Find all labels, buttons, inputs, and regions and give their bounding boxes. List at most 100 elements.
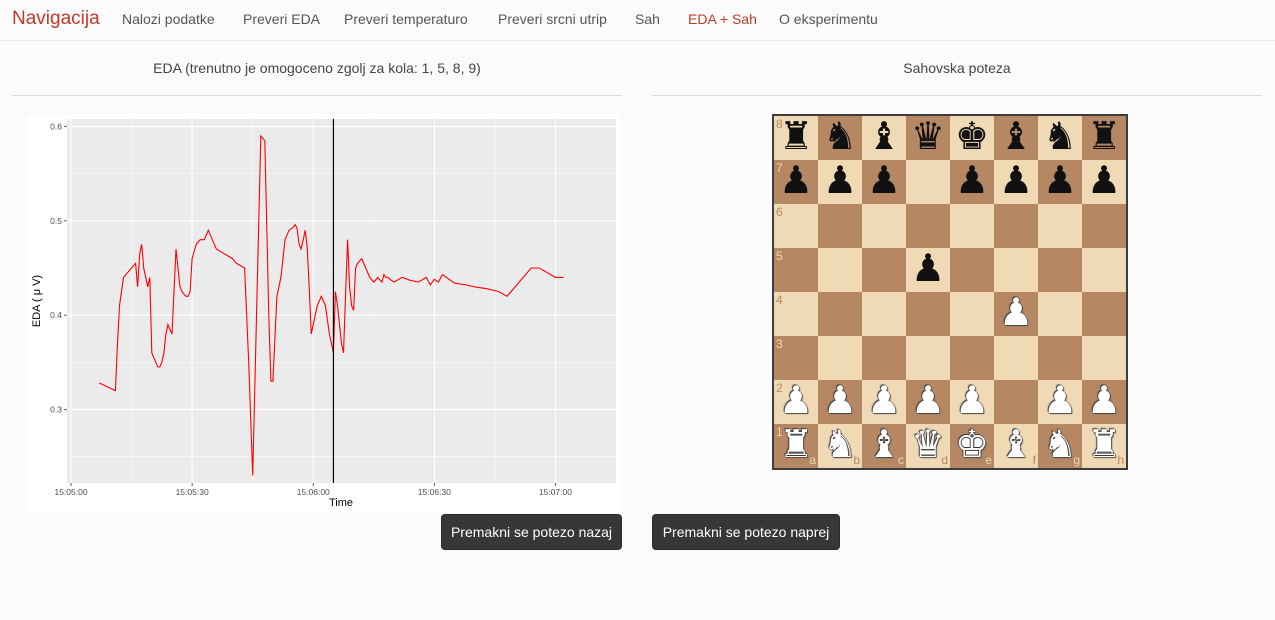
square-d4[interactable] [906,292,950,336]
black-rook-icon[interactable]: ♜ [1082,114,1126,158]
square-h5[interactable] [1082,248,1126,292]
black-pawn-icon[interactable]: ♟ [862,158,906,202]
square-d6[interactable] [906,204,950,248]
nav-item-o-eksperimentu[interactable]: O eksperimentu [779,11,878,27]
square-e7[interactable]: ♟ [950,158,994,204]
white-knight-icon[interactable]: ♞ [818,422,862,466]
black-rook-icon[interactable]: ♜ [774,114,818,158]
square-e6[interactable] [950,204,994,248]
square-b3[interactable] [818,336,862,380]
black-pawn-icon[interactable]: ♟ [950,158,994,202]
square-h1[interactable]: h ♜ [1082,422,1126,468]
white-pawn-icon[interactable]: ♟ [994,290,1038,334]
square-d7[interactable] [906,160,950,204]
square-b1[interactable]: b ♞ [818,422,862,468]
black-king-icon[interactable]: ♚ [950,114,994,158]
nav-item-preveri-srcni-utrip[interactable]: Preveri srcni utrip [498,11,607,27]
square-b7[interactable]: ♟ [818,158,862,204]
black-pawn-icon[interactable]: ♟ [906,246,950,290]
nav-item-preveri-eda[interactable]: Preveri EDA [243,11,320,27]
square-b2[interactable]: ♟ [818,378,862,424]
square-f1[interactable]: f ♝ [994,422,1038,468]
square-f2[interactable] [994,380,1038,424]
square-c3[interactable] [862,336,906,380]
square-b6[interactable] [818,204,862,248]
square-f8[interactable]: ♝ [994,114,1038,160]
black-queen-icon[interactable]: ♛ [906,114,950,158]
square-h2[interactable]: ♟ [1082,378,1126,424]
white-rook-icon[interactable]: ♜ [1082,422,1126,466]
square-c2[interactable]: ♟ [862,378,906,424]
square-a2[interactable]: 2 ♟ [774,378,818,424]
square-e4[interactable] [950,292,994,336]
square-g6[interactable] [1038,204,1082,248]
white-rook-icon[interactable]: ♜ [774,422,818,466]
move-back-button[interactable]: Premakni se potezo nazaj [441,514,622,550]
square-a7[interactable]: 7 ♟ [774,158,818,204]
square-a8[interactable]: 8 ♜ [774,114,818,160]
square-c4[interactable] [862,292,906,336]
white-pawn-icon[interactable]: ♟ [1082,378,1126,422]
square-b4[interactable] [818,292,862,336]
square-b5[interactable] [818,248,862,292]
white-pawn-icon[interactable]: ♟ [774,378,818,422]
square-c6[interactable] [862,204,906,248]
square-f4[interactable]: ♟ [994,290,1038,336]
square-h6[interactable] [1082,204,1126,248]
white-pawn-icon[interactable]: ♟ [950,378,994,422]
square-f3[interactable] [994,336,1038,380]
square-g5[interactable] [1038,248,1082,292]
square-a3[interactable]: 3 [774,336,818,380]
nav-item-preveri-temperaturo[interactable]: Preveri temperaturo [344,11,468,27]
square-g2[interactable]: ♟ [1038,378,1082,424]
white-pawn-icon[interactable]: ♟ [862,378,906,422]
square-d1[interactable]: d ♛ [906,422,950,468]
square-g3[interactable] [1038,336,1082,380]
black-knight-icon[interactable]: ♞ [818,114,862,158]
square-d8[interactable]: ♛ [906,114,950,160]
square-f6[interactable] [994,204,1038,248]
black-knight-icon[interactable]: ♞ [1038,114,1082,158]
square-e5[interactable] [950,248,994,292]
white-pawn-icon[interactable]: ♟ [906,378,950,422]
square-f5[interactable] [994,248,1038,292]
white-knight-icon[interactable]: ♞ [1038,422,1082,466]
black-pawn-icon[interactable]: ♟ [818,158,862,202]
black-pawn-icon[interactable]: ♟ [774,158,818,202]
square-a6[interactable]: 6 [774,204,818,248]
nav-item-sah[interactable]: Sah [635,11,660,27]
navbar-brand[interactable]: Navigacija [12,8,100,30]
square-h8[interactable]: ♜ [1082,114,1126,160]
move-forward-button[interactable]: Premakni se potezo naprej [652,514,840,550]
square-d3[interactable] [906,336,950,380]
square-c1[interactable]: c ♝ [862,422,906,468]
square-b8[interactable]: ♞ [818,114,862,160]
square-h3[interactable] [1082,336,1126,380]
square-e8[interactable]: ♚ [950,114,994,160]
square-d5[interactable]: ♟ [906,246,950,292]
black-pawn-icon[interactable]: ♟ [994,158,1038,202]
square-c7[interactable]: ♟ [862,158,906,204]
square-g8[interactable]: ♞ [1038,114,1082,160]
white-bishop-icon[interactable]: ♝ [994,422,1038,466]
nav-item-nalozi-podatke[interactable]: Nalozi podatke [122,11,215,27]
square-a1[interactable]: 1 a ♜ [774,422,818,468]
square-f7[interactable]: ♟ [994,158,1038,204]
square-e1[interactable]: e ♚ [950,422,994,468]
square-g4[interactable] [1038,292,1082,336]
nav-item-eda-sah[interactable]: EDA + Sah [688,11,757,27]
white-queen-icon[interactable]: ♛ [906,422,950,466]
square-g1[interactable]: g ♞ [1038,422,1082,468]
black-pawn-icon[interactable]: ♟ [1082,158,1126,202]
square-d2[interactable]: ♟ [906,378,950,424]
white-bishop-icon[interactable]: ♝ [862,422,906,466]
square-a4[interactable]: 4 [774,292,818,336]
square-e2[interactable]: ♟ [950,378,994,424]
white-pawn-icon[interactable]: ♟ [1038,378,1082,422]
square-c8[interactable]: ♝ [862,114,906,160]
black-pawn-icon[interactable]: ♟ [1038,158,1082,202]
square-a5[interactable]: 5 [774,248,818,292]
black-bishop-icon[interactable]: ♝ [994,114,1038,158]
white-king-icon[interactable]: ♚ [950,422,994,466]
square-c5[interactable] [862,248,906,292]
